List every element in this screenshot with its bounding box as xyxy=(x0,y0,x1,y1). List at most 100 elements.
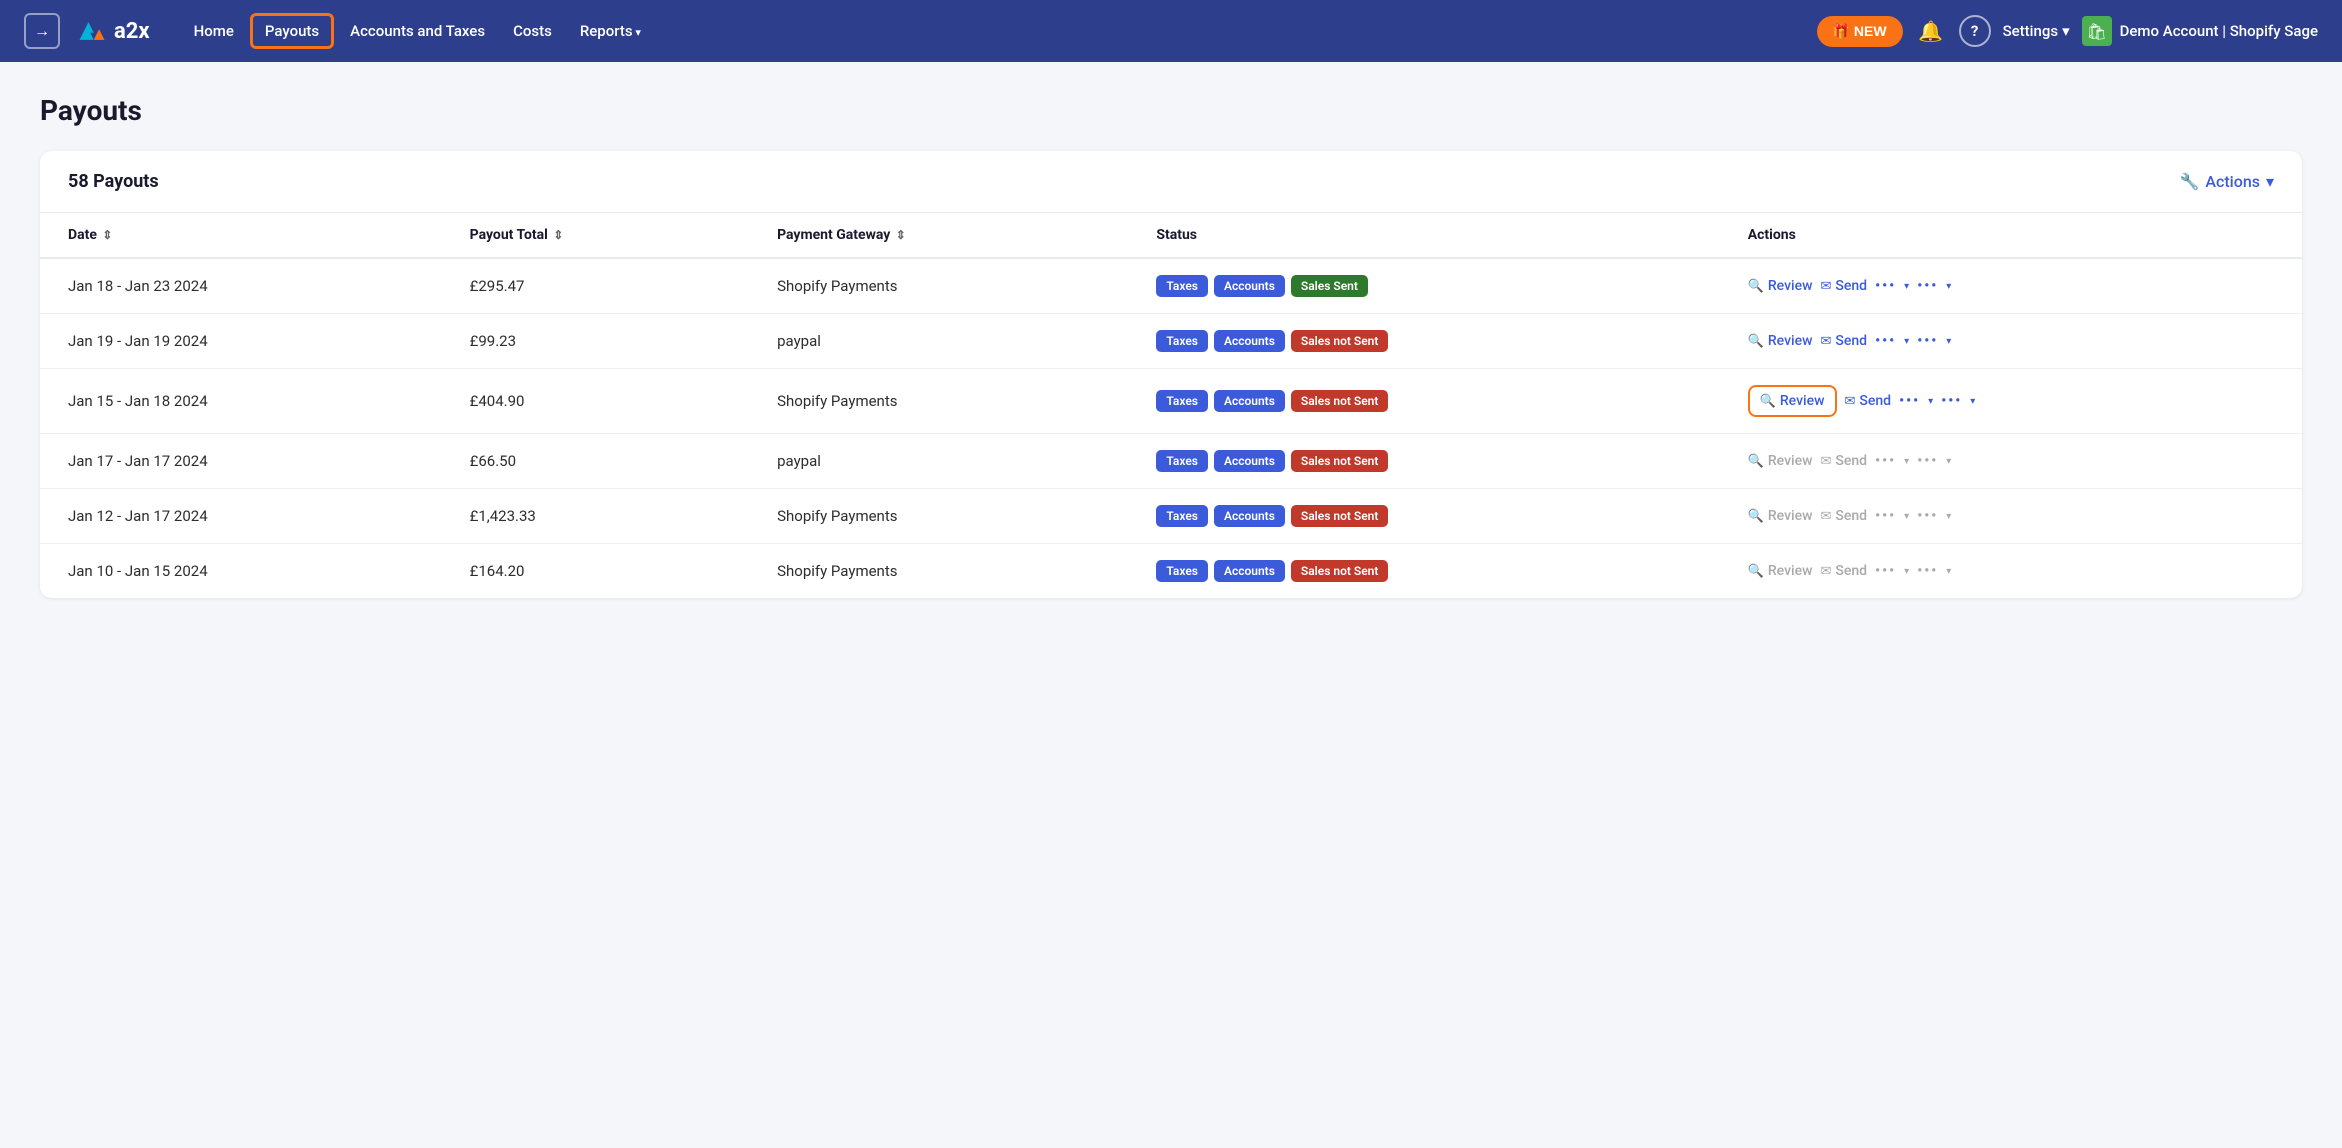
more-options-chevron-1[interactable]: ▾ xyxy=(1904,336,1909,347)
status-badge: Accounts xyxy=(1214,390,1285,412)
payouts-card: 58 Payouts 🔧 Actions ▾ Date ⇕ Payout xyxy=(40,151,2302,598)
cell-payment-gateway: Shopify Payments xyxy=(749,369,1128,434)
cell-date: Jan 19 - Jan 19 2024 xyxy=(40,314,442,369)
more-options-dots-2: ••• xyxy=(1917,453,1938,469)
cell-payment-gateway: Shopify Payments xyxy=(749,489,1128,544)
status-badge: Sales not Sent xyxy=(1291,390,1389,412)
shopify-icon: 🛍 xyxy=(2082,16,2112,46)
send-label: Send xyxy=(1835,563,1867,579)
actions-dropdown-button[interactable]: 🔧 Actions ▾ xyxy=(2179,172,2274,191)
cell-date: Jan 12 - Jan 17 2024 xyxy=(40,489,442,544)
collapse-button[interactable]: → xyxy=(24,13,60,49)
nav-reports[interactable]: Reports xyxy=(568,14,653,48)
review-button[interactable]: 🔍Review xyxy=(1748,278,1813,294)
navbar: → a2x Home Payouts Accounts and Taxes Co… xyxy=(0,0,2342,62)
send-label: Send xyxy=(1835,333,1867,349)
col-date[interactable]: Date ⇕ xyxy=(40,213,442,258)
cell-payout-total: £1,423.33 xyxy=(442,489,749,544)
status-badge: Sales Sent xyxy=(1291,275,1368,297)
send-button[interactable]: ✉Send xyxy=(1821,278,1868,294)
more-options-chevron-2[interactable]: ▾ xyxy=(1946,336,1951,347)
more-options-dots-1[interactable]: ••• xyxy=(1899,393,1920,409)
new-button[interactable]: 🎁 NEW xyxy=(1817,16,1903,47)
status-badge: Accounts xyxy=(1214,330,1285,352)
cell-actions: 🔍Review ✉Send ••• ▾ ••• ▾ xyxy=(1720,369,2302,434)
col-payout-total[interactable]: Payout Total ⇕ xyxy=(442,213,749,258)
wrench-icon: 🔧 xyxy=(2179,172,2199,191)
review-button: 🔍Review xyxy=(1748,563,1813,579)
status-badge: Accounts xyxy=(1214,275,1285,297)
status-badge: Taxes xyxy=(1156,560,1208,582)
collapse-icon: → xyxy=(34,21,50,41)
payouts-table: Date ⇕ Payout Total ⇕ Payment Gateway ⇕ xyxy=(40,213,2302,598)
more-options-dots-2[interactable]: ••• xyxy=(1917,278,1938,294)
send-mail-icon: ✉ xyxy=(1821,509,1832,524)
review-label: Review xyxy=(1768,278,1813,294)
cell-payout-total: £404.90 xyxy=(442,369,749,434)
more-options-dots-2[interactable]: ••• xyxy=(1917,333,1938,349)
send-mail-icon: ✉ xyxy=(1821,334,1832,349)
more-options-chevron-1: ▾ xyxy=(1904,566,1909,577)
review-button: 🔍 Review xyxy=(1748,453,1813,469)
cell-status: Taxes Accounts Sales not Sent xyxy=(1128,369,1719,434)
review-search-icon: 🔍 xyxy=(1760,394,1776,409)
status-badge: Taxes xyxy=(1156,390,1208,412)
payout-total-sort-icon: ⇕ xyxy=(553,228,563,242)
more-options-dots-2: ••• xyxy=(1917,563,1938,579)
cell-status: TaxesAccountsSales not Sent xyxy=(1128,544,1719,599)
send-label: Send xyxy=(1835,278,1867,294)
logo-text: a2x xyxy=(114,19,150,44)
more-options-dots-1: ••• xyxy=(1875,563,1896,579)
send-button: ✉Send xyxy=(1821,563,1868,579)
table-row: Jan 12 - Jan 17 2024£1,423.33Shopify Pay… xyxy=(40,489,2302,544)
actions-chevron-icon: ▾ xyxy=(2266,172,2274,191)
cell-payout-total: £99.23 xyxy=(442,314,749,369)
logo-icon xyxy=(76,15,108,47)
send-button: ✉Send xyxy=(1821,508,1868,524)
logo[interactable]: a2x xyxy=(76,15,150,47)
send-button[interactable]: ✉Send xyxy=(1845,393,1892,409)
review-label: Review xyxy=(1768,453,1813,469)
send-button: ✉Send xyxy=(1821,453,1868,469)
more-options-chevron-2: ▾ xyxy=(1946,566,1951,577)
cell-payment-gateway: paypal xyxy=(749,434,1128,489)
more-options-chevron-2[interactable]: ▾ xyxy=(1970,396,1975,407)
review-search-icon: 🔍 xyxy=(1748,509,1764,524)
review-label: Review xyxy=(1768,508,1813,524)
account-menu[interactable]: 🛍 Demo Account | Shopify Sage xyxy=(2082,16,2318,46)
settings-menu[interactable]: Settings ▾ xyxy=(2003,22,2070,40)
send-button[interactable]: ✉Send xyxy=(1821,333,1868,349)
cell-actions: 🔍Review ✉Send ••• ▾ ••• ▾ xyxy=(1720,544,2302,599)
cell-status: TaxesAccountsSales not Sent xyxy=(1128,314,1719,369)
send-mail-icon: ✉ xyxy=(1821,564,1832,579)
more-options-chevron-2[interactable]: ▾ xyxy=(1946,281,1951,292)
cell-date: Jan 10 - Jan 15 2024 xyxy=(40,544,442,599)
more-options-dots-2[interactable]: ••• xyxy=(1941,393,1962,409)
cell-payout-total: £164.20 xyxy=(442,544,749,599)
review-search-icon: 🔍 xyxy=(1748,454,1764,469)
cell-status: TaxesAccountsSales Sent xyxy=(1128,258,1719,314)
nav-home[interactable]: Home xyxy=(182,14,246,48)
send-mail-icon: ✉ xyxy=(1821,279,1832,294)
more-options-dots-1[interactable]: ••• xyxy=(1875,333,1896,349)
cell-date: Jan 17 - Jan 17 2024 xyxy=(40,434,442,489)
nav-payouts[interactable]: Payouts xyxy=(250,13,334,49)
more-options-chevron-1[interactable]: ▾ xyxy=(1928,396,1933,407)
review-button[interactable]: 🔍Review xyxy=(1748,333,1813,349)
more-options-chevron-2: ▾ xyxy=(1946,511,1951,522)
cell-payment-gateway: Shopify Payments xyxy=(749,258,1128,314)
nav-accounts-taxes[interactable]: Accounts and Taxes xyxy=(338,14,497,48)
more-options-chevron-1[interactable]: ▾ xyxy=(1904,281,1909,292)
more-options-chevron-1: ▾ xyxy=(1904,511,1909,522)
cell-actions: 🔍Review ✉Send ••• ▾ ••• ▾ xyxy=(1720,258,2302,314)
more-options-dots-2: ••• xyxy=(1917,508,1938,524)
col-payment-gateway[interactable]: Payment Gateway ⇕ xyxy=(749,213,1128,258)
help-icon[interactable]: ? xyxy=(1959,15,1991,47)
review-button[interactable]: 🔍Review xyxy=(1748,385,1837,417)
notifications-icon[interactable]: 🔔 xyxy=(1915,15,1947,47)
table-row: Jan 18 - Jan 23 2024£295.47Shopify Payme… xyxy=(40,258,2302,314)
table-row: Jan 19 - Jan 19 2024£99.23paypalTaxesAcc… xyxy=(40,314,2302,369)
nav-costs[interactable]: Costs xyxy=(501,14,564,48)
more-options-dots-1[interactable]: ••• xyxy=(1875,278,1896,294)
send-label: Send xyxy=(1835,508,1867,524)
